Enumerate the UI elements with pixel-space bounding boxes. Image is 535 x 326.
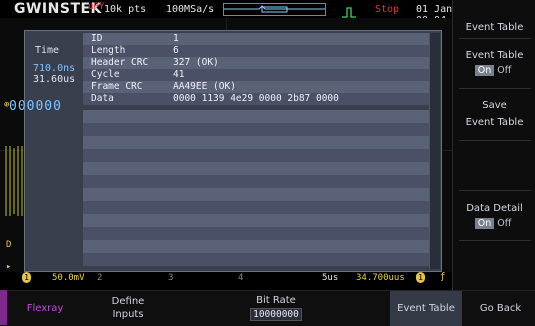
data-detail-toggle[interactable]: Data Detail On Off [453, 203, 535, 229]
right-softkey-menu: Event Table Event Table On Off Save Event… [452, 0, 535, 290]
event-table-button[interactable]: Event Table [390, 291, 462, 326]
data-detail-on: On [474, 218, 495, 229]
ch3-label: 3 [168, 273, 174, 283]
table-row: Header CRC 327 (OK) [83, 57, 429, 69]
table-row: Length 6 [83, 45, 429, 57]
event-table-toggle[interactable]: Event Table On Off [453, 50, 535, 76]
menu-title: Event Table [465, 22, 524, 33]
ch4-label: 4 [238, 273, 244, 283]
bus-code-overlay: 000000 [9, 99, 62, 114]
go-back-button[interactable]: Go Back [466, 291, 535, 326]
event-table-panel: Time 710.0ns 31.60us 000000 ID 1 Length … [9, 30, 442, 272]
bit-rate-value: 10000000 [250, 308, 302, 321]
ch2-marker: ▸ [6, 262, 12, 272]
data-detail-off: Off [497, 218, 512, 229]
time-scale: 5us [322, 273, 339, 283]
ch-marker-d: D [6, 240, 12, 250]
event-table-off: Off [497, 65, 512, 76]
table-row: Frame CRC AA49EE (OK) [83, 81, 429, 93]
table-scrollbar[interactable] [429, 33, 440, 269]
bus-channel-marker [0, 290, 7, 325]
bit-rate-button[interactable]: Bit Rate 10000000 [240, 291, 312, 326]
event-table-on: On [474, 65, 495, 76]
table-row: Cycle 41 [83, 69, 429, 81]
ch1-scale: 50.0mV [52, 273, 85, 283]
bottom-softkey-menu: Flexray Define Inputs Bit Rate 10000000 … [0, 290, 535, 326]
sample-rate: 100MSa/s [166, 4, 215, 15]
data-detail-table: ID 1 Length 6 Header CRC 327 (OK) Cycle … [83, 31, 429, 269]
channel-status-bar: 1 50.0mV 2 3 4 5us 34.700uus 1 ƒ [0, 272, 452, 285]
time-row[interactable]: 31.60us [33, 74, 75, 85]
time-row-selected[interactable]: 710.0ns [33, 63, 75, 74]
trigger-ch-icon: 1 [416, 272, 425, 283]
ch2-label: 2 [97, 273, 103, 283]
table-row: Data 0000 1139 4e29 0000 2b87 0000 [83, 93, 429, 105]
run-state: Stop [375, 4, 400, 15]
time-header: Time [35, 45, 60, 56]
table-row: ID 1 [83, 33, 429, 45]
ch1-indicator-icon: 1 [22, 272, 31, 283]
trigger-slope-icon: ƒ [440, 272, 446, 282]
mode-indicator: uPY [88, 2, 105, 12]
define-inputs-button[interactable]: Define Inputs [88, 291, 168, 326]
trigger-position-box [223, 3, 326, 16]
save-event-table-button[interactable]: Save Event Table [453, 100, 535, 128]
time-column: Time 710.0ns 31.60us 000000 [9, 33, 77, 269]
record-length: 10k pts [104, 4, 147, 15]
bus-type-button[interactable]: Flexray [10, 291, 80, 326]
trigger-level: 34.700uus [356, 273, 405, 283]
